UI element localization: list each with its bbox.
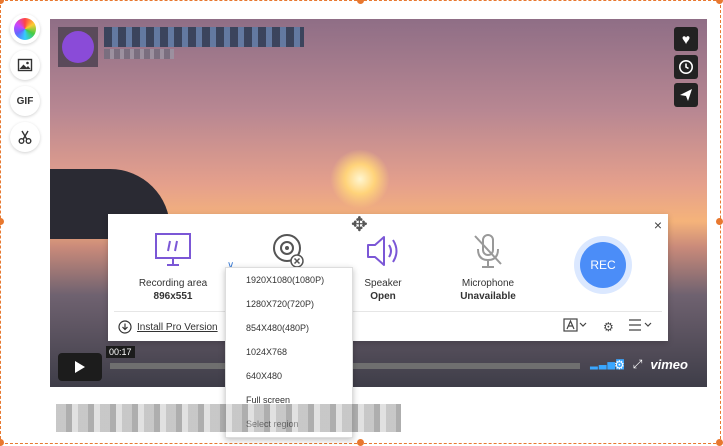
share-button[interactable]: [674, 83, 698, 107]
settings-gear-icon[interactable]: ⚙: [603, 320, 614, 334]
speaker-icon: [367, 236, 398, 266]
monitor-icon: [155, 233, 191, 266]
resolution-option[interactable]: 1024X768: [226, 340, 352, 364]
microphone-label: Microphone: [461, 278, 515, 289]
settings-gear-icon[interactable]: ⚙: [614, 358, 625, 372]
frame-handle[interactable]: [0, 439, 4, 446]
panel-divider: [114, 311, 662, 312]
blurred-video-title: [104, 27, 304, 47]
close-icon[interactable]: ×: [654, 217, 662, 233]
player-right-controls: ⚙ ⤢ vimeo: [614, 357, 688, 372]
recording-area-tool[interactable]: Recording area 896x551: [128, 232, 218, 302]
blurred-page-heading: [56, 404, 401, 432]
vimeo-logo[interactable]: vimeo: [650, 357, 688, 372]
play-button[interactable]: [58, 353, 102, 381]
time-indicator: 00:17: [106, 346, 135, 358]
scissors-icon: [18, 130, 32, 144]
image-icon: [17, 58, 33, 72]
gif-button[interactable]: GIF: [10, 86, 40, 116]
color-wheel-button[interactable]: [10, 14, 40, 44]
frame-handle[interactable]: [716, 0, 723, 4]
recording-area-value: 896x551: [153, 291, 193, 302]
left-toolbar: GIF: [10, 14, 46, 158]
annotation-format-button[interactable]: [563, 318, 589, 335]
webcam-icon: [273, 234, 304, 268]
send-icon: [680, 89, 692, 101]
video-side-actions: ♥: [674, 27, 698, 111]
player-controls: 00:17 ▂▃▅▇ ⚙ ⤢ vimeo: [50, 346, 707, 387]
speaker-value: Open: [370, 291, 396, 302]
channel-avatar[interactable]: [58, 27, 98, 67]
frame-handle[interactable]: [357, 439, 364, 446]
hamburger-menu-icon: [628, 319, 652, 331]
image-button[interactable]: [10, 50, 40, 80]
install-pro-label: Install Pro Version: [137, 321, 218, 333]
microphone-tool[interactable]: Microphone Unavailable: [453, 232, 523, 302]
resolution-option[interactable]: 1920X1080(1080P): [226, 268, 352, 292]
resolution-option[interactable]: 854X480(480P): [226, 316, 352, 340]
like-button[interactable]: ♥: [674, 27, 698, 51]
resolution-option[interactable]: 1280X720(720P): [226, 292, 352, 316]
recording-area-label: Recording area: [138, 278, 208, 289]
fullscreen-icon[interactable]: ⤢: [633, 357, 643, 372]
color-wheel-icon: [14, 18, 36, 40]
menu-button[interactable]: [628, 318, 654, 335]
resolution-option[interactable]: 640X480: [226, 364, 352, 388]
install-pro-link[interactable]: Install Pro Version: [118, 320, 218, 334]
watch-later-button[interactable]: [674, 55, 698, 79]
rec-button[interactable]: REC: [580, 242, 626, 288]
microphone-muted-icon: [474, 234, 502, 268]
microphone-value: Unavailable: [460, 291, 516, 302]
frame-handle[interactable]: [716, 218, 723, 225]
frame-handle[interactable]: [716, 439, 723, 446]
gif-label: GIF: [16, 95, 34, 107]
cut-button[interactable]: [10, 122, 40, 152]
clock-icon: [679, 60, 693, 74]
move-icon[interactable]: ✥: [351, 212, 368, 237]
recorder-panel: × Recording area 896x551 Speaker Open Mi…: [108, 214, 668, 341]
sunset-sun: [330, 149, 390, 209]
speaker-tool[interactable]: Speaker Open: [353, 232, 413, 302]
avatar-image: [62, 31, 94, 63]
speaker-label: Speaker: [364, 278, 402, 289]
text-box-icon: [563, 318, 587, 332]
download-circle-icon: [118, 320, 132, 334]
blurred-channel-name: [104, 49, 174, 59]
panel-toolbar: ⚙: [563, 318, 654, 335]
heart-icon: ♥: [681, 31, 691, 47]
play-icon: [75, 361, 85, 373]
